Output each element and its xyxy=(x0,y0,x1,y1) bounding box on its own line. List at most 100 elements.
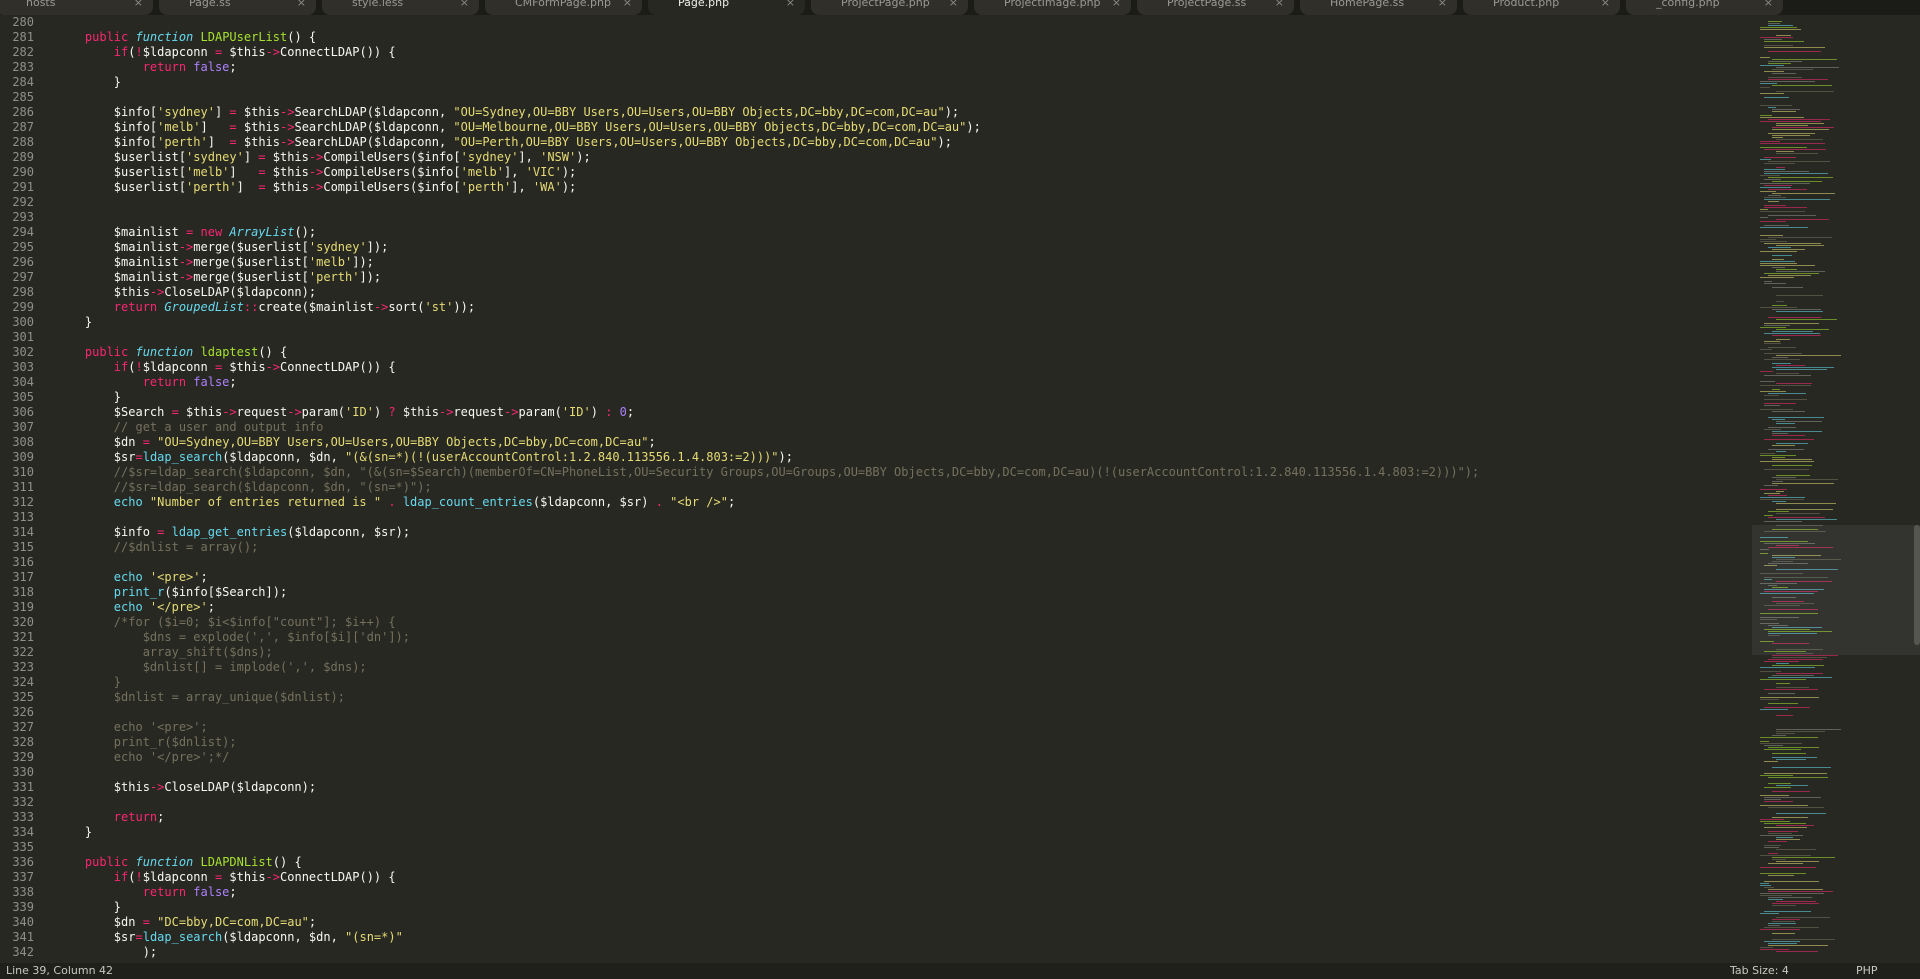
code-line[interactable]: 331 $this->CloseLDAP($ldapconn); xyxy=(0,780,1748,795)
tab-style-less[interactable]: style.less × xyxy=(322,0,479,15)
tab-cmformpage-php[interactable]: CMFormPage.php × xyxy=(485,0,642,15)
code-line[interactable]: 312 echo "Number of entries returned is … xyxy=(0,495,1748,510)
code-line[interactable]: 289 $userlist['sydney'] = $this->Compile… xyxy=(0,150,1748,165)
minimap[interactable] xyxy=(1748,15,1920,963)
close-icon[interactable]: × xyxy=(134,0,143,8)
tab-page-php[interactable]: Page.php × xyxy=(648,0,805,15)
code-line[interactable]: 294 $mainlist = new ArrayList(); xyxy=(0,225,1748,240)
close-icon[interactable]: × xyxy=(297,0,306,8)
code-line[interactable]: 302 public function ldaptest() { xyxy=(0,345,1748,360)
code-line[interactable]: 322 array_shift($dns); xyxy=(0,645,1748,660)
code-line[interactable]: 340 $dn = "DC=bby,DC=com,DC=au"; xyxy=(0,915,1748,930)
code-line[interactable]: 338 return false; xyxy=(0,885,1748,900)
code-line[interactable]: 304 return false; xyxy=(0,375,1748,390)
tab-hosts[interactable]: hosts × xyxy=(0,0,153,15)
code-line[interactable]: 309 $sr=ldap_search($ldapconn, $dn, "(&(… xyxy=(0,450,1748,465)
code-line[interactable]: 342 ); xyxy=(0,945,1748,960)
code-line[interactable]: 325 $dnlist = array_unique($dnlist); xyxy=(0,690,1748,705)
tab-projectpage-php[interactable]: ProjectPage.php × xyxy=(811,0,968,15)
code-line[interactable]: 286 $info['sydney'] = $this->SearchLDAP(… xyxy=(0,105,1748,120)
code-line[interactable]: 293 xyxy=(0,210,1748,225)
minimap-line xyxy=(1768,61,1802,62)
syntax-selector[interactable]: PHP xyxy=(1856,963,1878,979)
close-icon[interactable]: × xyxy=(460,0,469,8)
code-line[interactable]: 283 return false; xyxy=(0,60,1748,75)
code-line[interactable]: 282 if(!$ldapconn = $this->ConnectLDAP()… xyxy=(0,45,1748,60)
code-line[interactable]: 285 xyxy=(0,90,1748,105)
code-line[interactable]: 339 } xyxy=(0,900,1748,915)
code-line[interactable]: 280 xyxy=(0,15,1748,30)
code-line[interactable]: 298 $this->CloseLDAP($ldapconn); xyxy=(0,285,1748,300)
code-line[interactable]: 313 xyxy=(0,510,1748,525)
code-line[interactable]: 287 $info['melb'] = $this->SearchLDAP($l… xyxy=(0,120,1748,135)
code-line[interactable]: 306 $Search = $this->request->param('ID'… xyxy=(0,405,1748,420)
code-line[interactable]: 333 return; xyxy=(0,810,1748,825)
code-line[interactable]: 318 print_r($info[$Search]); xyxy=(0,585,1748,600)
code-line[interactable]: 311 //$sr=ldap_search($ldapconn, $dn, "(… xyxy=(0,480,1748,495)
code-line[interactable]: 335 xyxy=(0,840,1748,855)
code-line[interactable]: 315 //$dnlist = array(); xyxy=(0,540,1748,555)
code-line[interactable]: 332 xyxy=(0,795,1748,810)
code-line[interactable]: 305 } xyxy=(0,390,1748,405)
line-number: 280 xyxy=(12,15,34,29)
code-line[interactable]: 329 echo '</pre>';*/ xyxy=(0,750,1748,765)
code-line[interactable]: 288 $info['perth'] = $this->SearchLDAP($… xyxy=(0,135,1748,150)
code-line[interactable]: 317 echo '<pre>'; xyxy=(0,570,1748,585)
close-icon[interactable]: × xyxy=(1112,0,1121,8)
tab-homepage-ss[interactable]: HomePage.ss × xyxy=(1300,0,1457,15)
code-line[interactable]: 321 $dns = explode(',', $info[$i]['dn'])… xyxy=(0,630,1748,645)
close-icon[interactable]: × xyxy=(1601,0,1610,8)
code-token: 'perth' xyxy=(308,270,360,284)
code-line[interactable]: 328 print_r($dnlist); xyxy=(0,735,1748,750)
code-line[interactable]: 319 echo '</pre>'; xyxy=(0,600,1748,615)
minimap-line xyxy=(1772,939,1835,940)
code-line[interactable]: 292 xyxy=(0,195,1748,210)
tab-projectpage-ss[interactable]: ProjectPage.ss × xyxy=(1137,0,1294,15)
tab-product-php[interactable]: Product.php × xyxy=(1463,0,1620,15)
tab-projectimage-php[interactable]: ProjectImage.php × xyxy=(974,0,1131,15)
minimap-line xyxy=(1760,277,1794,278)
tab-page-ss[interactable]: Page.ss × xyxy=(159,0,316,15)
close-icon[interactable]: × xyxy=(1438,0,1447,8)
tab-config-php[interactable]: _config.php × xyxy=(1626,0,1783,15)
code-line[interactable]: 334 } xyxy=(0,825,1748,840)
code-line[interactable]: 337 if(!$ldapconn = $this->ConnectLDAP()… xyxy=(0,870,1748,885)
code-token: ($ldapconn, $sr); xyxy=(287,525,411,539)
code-line[interactable]: 320 /*for ($i=0; $i<$info["count"]; $i++… xyxy=(0,615,1748,630)
scrollbar-thumb[interactable] xyxy=(1914,525,1920,645)
minimap-line xyxy=(1764,97,1789,98)
close-icon[interactable]: × xyxy=(949,0,958,8)
code-line[interactable]: 341 $sr=ldap_search($ldapconn, $dn, "(sn… xyxy=(0,930,1748,945)
code-line[interactable]: 330 xyxy=(0,765,1748,780)
code-editor[interactable]: 280 281 public function LDAPUserList() {2… xyxy=(0,15,1748,963)
code-line[interactable]: 310 //$sr=ldap_search($ldapconn, $dn, "(… xyxy=(0,465,1748,480)
code-line[interactable]: 327 echo '<pre>'; xyxy=(0,720,1748,735)
code-line[interactable]: 324 } xyxy=(0,675,1748,690)
code-line[interactable]: 303 if(!$ldapconn = $this->ConnectLDAP()… xyxy=(0,360,1748,375)
minimap-viewport[interactable] xyxy=(1752,525,1920,655)
code-line[interactable]: 314 $info = ldap_get_entries($ldapconn, … xyxy=(0,525,1748,540)
code-line[interactable]: 296 $mainlist->merge($userlist['melb']); xyxy=(0,255,1748,270)
code-line[interactable]: 281 public function LDAPUserList() { xyxy=(0,30,1748,45)
close-icon[interactable]: × xyxy=(786,0,795,8)
code-line[interactable]: 300 } xyxy=(0,315,1748,330)
minimap-line xyxy=(1772,753,1806,754)
code-line[interactable]: 290 $userlist['melb'] = $this->CompileUs… xyxy=(0,165,1748,180)
code-line[interactable]: 308 $dn = "OU=Sydney,OU=BBY Users,OU=Use… xyxy=(0,435,1748,450)
code-line[interactable]: 316 xyxy=(0,555,1748,570)
code-line[interactable]: 326 xyxy=(0,705,1748,720)
code-line[interactable]: 336 public function LDAPDNList() { xyxy=(0,855,1748,870)
code-line[interactable]: 295 $mainlist->merge($userlist['sydney']… xyxy=(0,240,1748,255)
code-line[interactable]: 323 $dnlist[] = implode(',', $dns); xyxy=(0,660,1748,675)
code-line[interactable]: 299 return GroupedList::create($mainlist… xyxy=(0,300,1748,315)
code-line[interactable]: 301 xyxy=(0,330,1748,345)
code-line[interactable]: 291 $userlist['perth'] = $this->CompileU… xyxy=(0,180,1748,195)
code-line[interactable]: 307 // get a user and output info xyxy=(0,420,1748,435)
code-line[interactable]: 297 $mainlist->merge($userlist['perth'])… xyxy=(0,270,1748,285)
minimap-line xyxy=(1772,857,1835,858)
tab-size-selector[interactable]: Tab Size: 4 xyxy=(1730,963,1789,979)
close-icon[interactable]: × xyxy=(1764,0,1773,8)
close-icon[interactable]: × xyxy=(623,0,632,8)
close-icon[interactable]: × xyxy=(1275,0,1284,8)
code-line[interactable]: 284 } xyxy=(0,75,1748,90)
